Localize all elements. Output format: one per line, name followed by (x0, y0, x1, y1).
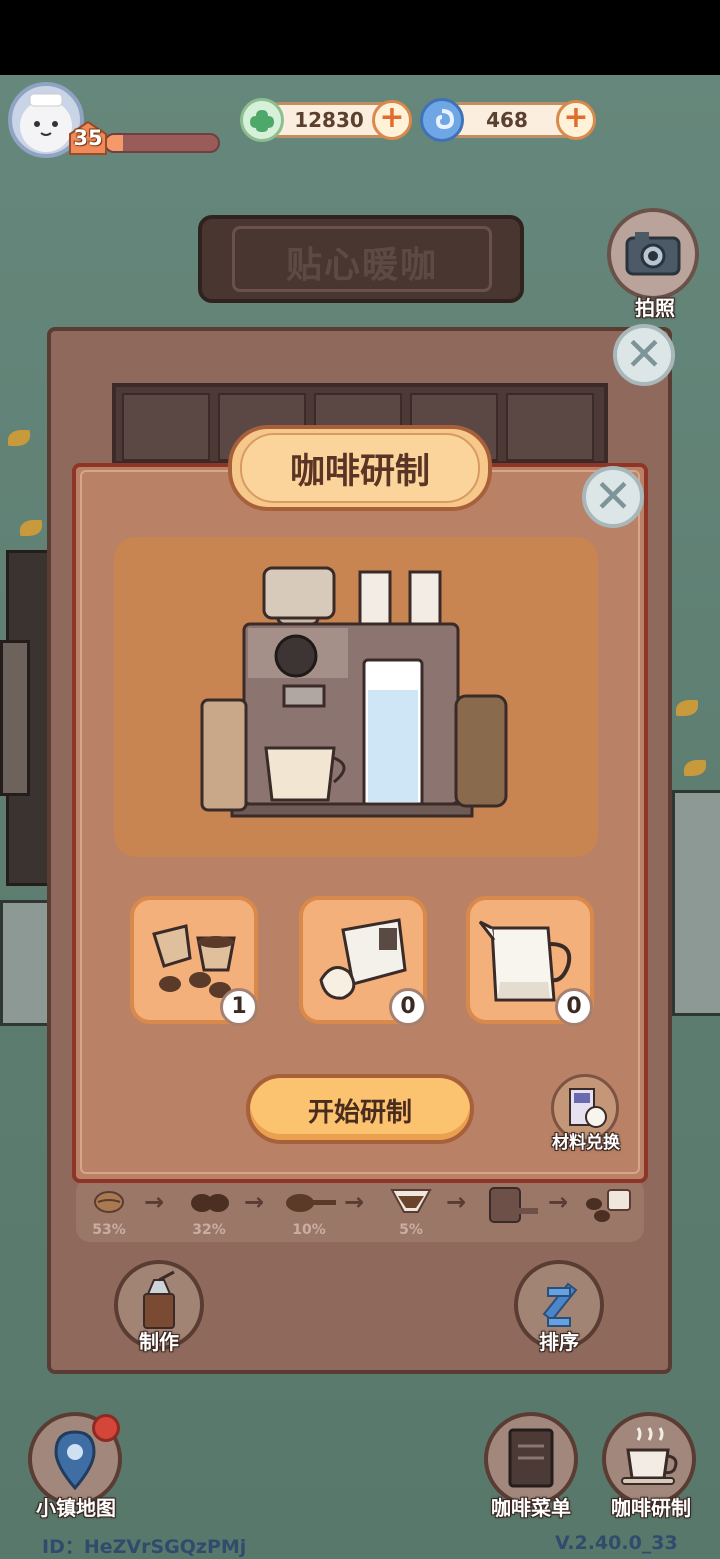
camera-icon (625, 232, 681, 276)
shop-sign-text: 贴心暖咖 (285, 245, 438, 286)
ground-coffee-spoon-icon (286, 1194, 336, 1212)
blue-gem-value: 468 (486, 108, 528, 132)
coffee-cup-icon (621, 1427, 678, 1485)
step-percent: 32% (192, 1222, 226, 1238)
game-version: V.2.40.0_33 (555, 1532, 678, 1554)
close-panel-button[interactable]: ✕ (613, 324, 675, 386)
floor-tile-decor (672, 790, 720, 1016)
arrow-right-icon: → (144, 1188, 165, 1216)
xp-progress-fill (106, 135, 123, 151)
clover-coin-icon (240, 98, 284, 142)
camera-button[interactable] (607, 208, 699, 300)
clover-coin-value: 12830 (294, 108, 364, 132)
close-dialog-button[interactable]: ✕ (582, 466, 644, 528)
arrow-right-icon: → (244, 1188, 265, 1216)
arrow-right-icon: → (548, 1188, 569, 1216)
step-percent: 53% (92, 1222, 126, 1238)
arrow-right-icon: → (446, 1188, 467, 1216)
add-clover-coin-button[interactable]: + (372, 100, 412, 140)
coffee-bean-icon (94, 1191, 124, 1213)
material-exchange-label: 材料兑换 (552, 1133, 620, 1153)
camera-label: 拍照 (635, 296, 675, 320)
coffee-research-label: 咖啡研制 (611, 1496, 691, 1520)
ingredient-count: 0 (389, 988, 427, 1026)
step-percent: 5% (399, 1222, 423, 1238)
player-level: 35 (73, 126, 103, 150)
step-percent: 10% (292, 1222, 326, 1238)
status-bar-area (0, 0, 720, 75)
arrow-right-icon: → (344, 1188, 365, 1216)
dialog-title: 咖啡研制 (289, 452, 430, 492)
town-map-label: 小镇地图 (36, 1496, 116, 1520)
coffee-menu-label: 咖啡菜单 (491, 1496, 571, 1520)
make-label: 制作 (139, 1330, 179, 1354)
coffee-press-icon (489, 1187, 538, 1223)
espresso-machine-icon (200, 566, 508, 818)
coffee-cup-beans-icon (586, 1189, 631, 1222)
roasted-beans-icon (191, 1194, 229, 1212)
sort-label: 排序 (539, 1330, 579, 1354)
xp-progress-bar (104, 133, 220, 153)
notification-dot (92, 1414, 120, 1442)
coffee-slot[interactable] (122, 393, 210, 461)
add-blue-gem-button[interactable]: + (556, 100, 596, 140)
blue-swirl-gem-icon (420, 98, 464, 142)
ingredient-count: 1 (220, 988, 258, 1026)
player-id: ID：HeZVrSGQzPMj (42, 1536, 247, 1558)
coffee-slot[interactable] (506, 393, 594, 461)
start-research-label: 开始研制 (307, 1098, 412, 1128)
drip-filter-icon (390, 1189, 432, 1213)
ingredient-count: 0 (555, 988, 593, 1026)
menu-book-icon (508, 1428, 554, 1488)
